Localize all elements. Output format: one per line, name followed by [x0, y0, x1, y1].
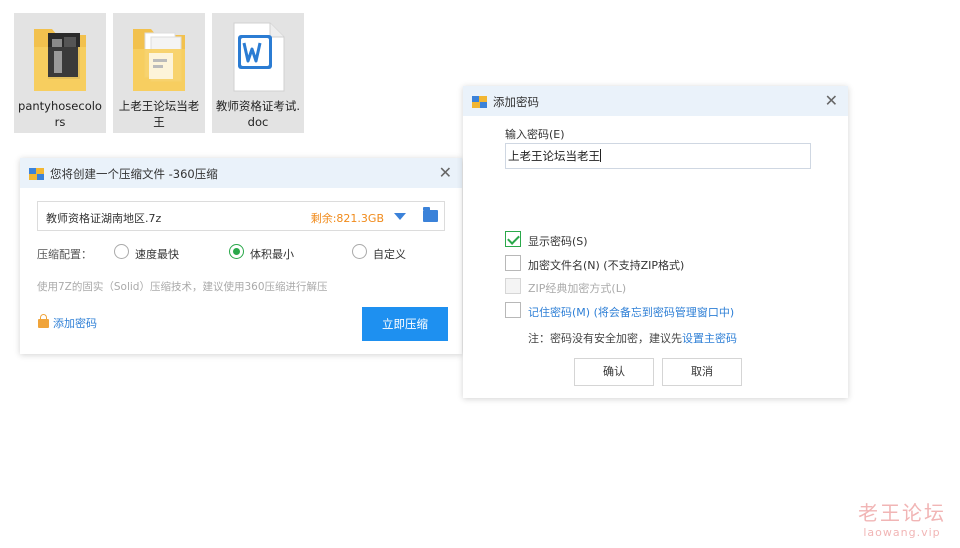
chevron-down-icon[interactable]: [394, 213, 406, 220]
watermark-url: laowang.vip: [863, 526, 941, 539]
radio-smallest-label[interactable]: 体积最小: [250, 246, 294, 262]
watermark-title: 老王论坛: [858, 501, 946, 525]
lock-icon: [38, 314, 49, 328]
ok-button[interactable]: 确认: [574, 358, 654, 386]
desktop-icon-folder-laowang[interactable]: 上老王论坛当老王: [113, 13, 205, 133]
desktop-icon-pantyhosecolors[interactable]: pantyhosecolors: [14, 13, 106, 133]
remember-password-checkbox[interactable]: [505, 302, 521, 318]
compress-dialog-titlebar[interactable]: 您将创建一个压缩文件 -360压缩 ✕: [20, 158, 462, 188]
compress-now-button[interactable]: 立即压缩: [362, 307, 448, 341]
zip-classic-encryption-label: ZIP经典加密方式(L): [528, 282, 627, 295]
word-document-icon: [233, 22, 285, 92]
output-filename[interactable]: 教师资格证湖南地区.7z: [46, 210, 161, 226]
encrypt-filename-label[interactable]: 加密文件名(N) (不支持ZIP格式): [528, 257, 684, 273]
watermark: 老王论坛 laowang.vip: [858, 497, 946, 539]
set-master-password-link[interactable]: 设置主密码: [682, 332, 737, 345]
desktop-icon-label: 上老王论坛当老王: [118, 99, 200, 129]
security-note: 注：密码没有安全加密，建议先设置主密码: [528, 330, 737, 346]
close-icon[interactable]: ✕: [439, 163, 452, 182]
compress-config-label: 压缩配置：: [37, 248, 92, 261]
compress-dialog: 您将创建一个压缩文件 -360压缩 ✕ 教师资格证湖南地区.7z 剩余:821.…: [20, 158, 462, 354]
close-icon[interactable]: ✕: [825, 91, 838, 110]
dialog-title: 您将创建一个压缩文件 -360压缩: [50, 167, 218, 181]
free-space-label: 剩余:821.3GB: [310, 212, 384, 225]
password-dialog-titlebar[interactable]: 添加密码 ✕: [463, 86, 848, 116]
360-zip-app-icon: [472, 96, 487, 108]
output-path-field[interactable]: 教师资格证湖南地区.7z 剩余:821.3GB: [37, 201, 445, 231]
password-value: 上老王论坛当老王: [508, 149, 600, 163]
radio-smallest[interactable]: [229, 244, 244, 259]
dialog-title: 添加密码: [493, 95, 539, 109]
radio-custom[interactable]: [352, 244, 367, 259]
radio-custom-label[interactable]: 自定义: [373, 246, 406, 262]
text-cursor: [600, 149, 601, 162]
password-field-label: 输入密码(E): [505, 128, 565, 141]
radio-fastest-label[interactable]: 速度最快: [135, 246, 179, 262]
zip-classic-encryption-checkbox: [505, 278, 521, 294]
folder-browse-icon[interactable]: [423, 207, 438, 222]
desktop-icon-label: 教师资格证考试.doc: [215, 99, 301, 129]
show-password-checkbox[interactable]: [505, 231, 521, 247]
show-password-label[interactable]: 显示密码(S): [528, 233, 588, 249]
cancel-button[interactable]: 取消: [662, 358, 742, 386]
360-zip-app-icon: [29, 168, 44, 180]
encrypt-filename-checkbox[interactable]: [505, 255, 521, 271]
password-input[interactable]: 上老王论坛当老王: [505, 143, 811, 169]
add-password-label: 添加密码: [53, 317, 97, 330]
security-note-text: 注：密码没有安全加密，建议先: [528, 332, 682, 345]
folder-icon: [34, 29, 86, 91]
password-dialog: 添加密码 ✕ 输入密码(E) 上老王论坛当老王 显示密码(S) 加密文件名(N)…: [463, 86, 848, 398]
radio-fastest[interactable]: [114, 244, 129, 259]
desktop-icon-doc[interactable]: 教师资格证考试.doc: [212, 13, 304, 133]
remember-password-label[interactable]: 记住密码(M) (将会备忘到密码管理窗口中): [528, 304, 734, 320]
desktop-icon-label: pantyhosecolors: [18, 99, 102, 129]
add-password-link[interactable]: 添加密码: [38, 314, 97, 331]
solid-compression-hint: 使用7Z的固实（Solid）压缩技术，建议使用360压缩进行解压: [37, 281, 328, 293]
folder-icon: [133, 29, 185, 91]
